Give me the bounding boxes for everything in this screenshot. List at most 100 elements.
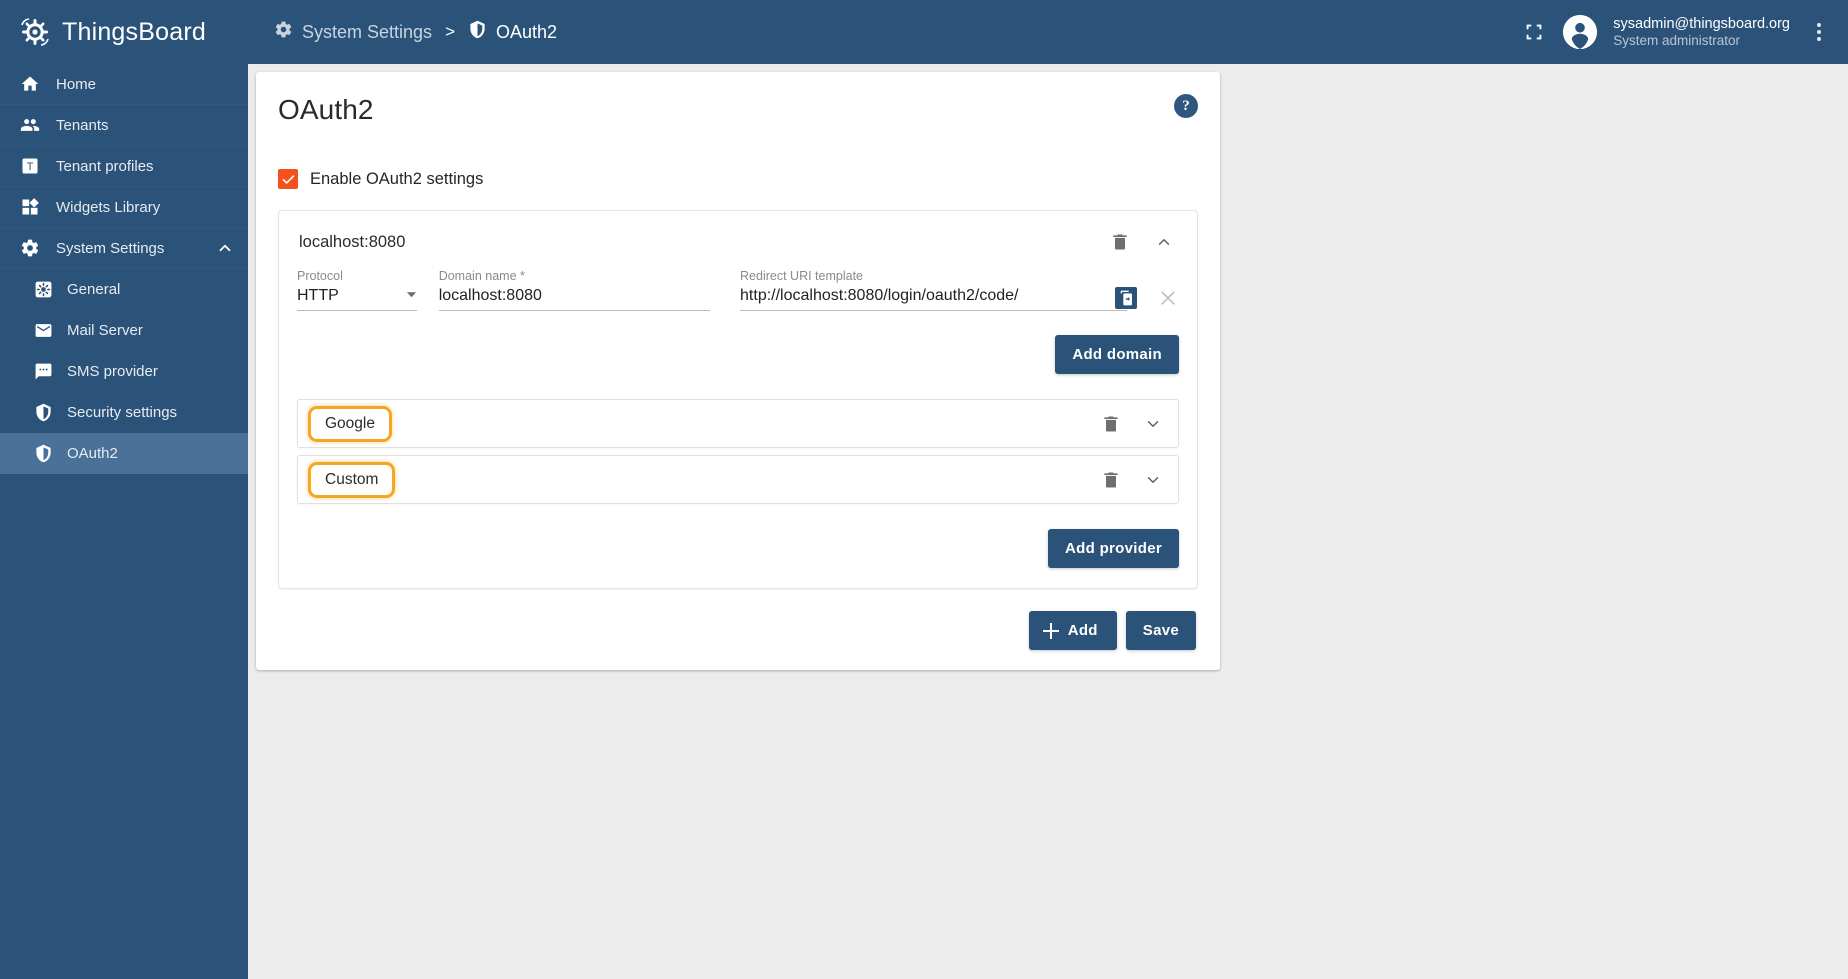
provider-actions bbox=[1100, 469, 1164, 491]
sidebar-item-home[interactable]: Home bbox=[0, 64, 248, 105]
content-area: OAuth2 ? Enable OAuth2 settings localhos… bbox=[248, 64, 1848, 979]
domains-panel: localhost:8080 Protocol HTTP Domain name… bbox=[278, 210, 1198, 589]
sidebar-item-tenants[interactable]: Tenants bbox=[0, 105, 248, 146]
copy-clipboard-icon[interactable] bbox=[1115, 287, 1138, 309]
topbar-actions: sysadmin@thingsboard.org System administ… bbox=[1521, 15, 1832, 50]
breadcrumb-separator: > bbox=[445, 22, 455, 41]
protocol-value: HTTP bbox=[297, 287, 339, 304]
mail-icon bbox=[34, 321, 53, 340]
domain-fields: Protocol HTTP Domain name * localhost:80… bbox=[297, 269, 1179, 311]
user-role: System administrator bbox=[1613, 32, 1741, 48]
provider-name: Custom bbox=[325, 470, 379, 488]
fullscreen-icon[interactable] bbox=[1521, 19, 1547, 45]
chevron-up-icon[interactable] bbox=[216, 239, 234, 257]
close-x-icon[interactable] bbox=[1157, 287, 1179, 309]
protocol-field: Protocol HTTP bbox=[297, 269, 417, 311]
sidebar-item-general[interactable]: General bbox=[0, 269, 248, 310]
trash-icon[interactable] bbox=[1100, 413, 1122, 435]
domain-header-actions bbox=[1109, 231, 1179, 253]
help-circle-icon[interactable]: ? bbox=[1174, 94, 1198, 118]
breadcrumb: System Settings > OAuth2 bbox=[274, 20, 557, 44]
shield-icon bbox=[34, 444, 53, 463]
home-icon bbox=[20, 74, 40, 94]
provider-actions bbox=[1100, 413, 1164, 435]
trash-icon[interactable] bbox=[1109, 231, 1131, 253]
redirect-uri-input[interactable]: http://localhost:8080/login/oauth2/code/ bbox=[740, 287, 1128, 311]
page-title: OAuth2 bbox=[278, 94, 374, 125]
provider-name-highlight: Google bbox=[308, 405, 392, 442]
avatar[interactable] bbox=[1563, 15, 1598, 49]
add-domain-button[interactable]: Add domain bbox=[1055, 335, 1179, 374]
protocol-label: Protocol bbox=[297, 269, 343, 283]
redirect-uri-field: Redirect URI template http://localhost:8… bbox=[740, 269, 1138, 311]
svg-text:T: T bbox=[27, 161, 34, 173]
breadcrumb-label: OAuth2 bbox=[496, 21, 558, 42]
sidebar-item-sms-provider[interactable]: SMS provider bbox=[0, 351, 248, 392]
sidebar-item-label: Tenants bbox=[56, 116, 109, 134]
shield-icon bbox=[468, 20, 487, 44]
add-button[interactable]: Add bbox=[1028, 611, 1117, 650]
domain-name-value: localhost:8080 bbox=[438, 287, 542, 304]
enable-oauth2-checkbox[interactable] bbox=[278, 169, 298, 189]
widgets-icon bbox=[20, 197, 40, 217]
breadcrumb-item-oauth2[interactable]: OAuth2 bbox=[468, 20, 557, 44]
add-provider-row: Add provider bbox=[297, 529, 1179, 568]
oauth2-card: OAuth2 ? Enable OAuth2 settings localhos… bbox=[256, 72, 1220, 670]
enable-oauth2-label: Enable OAuth2 settings bbox=[310, 169, 484, 188]
provider-row-custom[interactable]: Custom bbox=[297, 455, 1179, 504]
people-icon bbox=[20, 115, 40, 135]
domain-name-field: Domain name * localhost:8080 bbox=[438, 269, 711, 311]
card-header: OAuth2 ? bbox=[278, 94, 1198, 126]
trash-icon[interactable] bbox=[1100, 469, 1122, 491]
sms-icon bbox=[34, 362, 53, 381]
kebab-menu-icon[interactable] bbox=[1806, 17, 1832, 47]
breadcrumb-item-system-settings[interactable]: System Settings bbox=[274, 20, 432, 44]
shield-icon bbox=[34, 403, 53, 422]
sidebar-item-mail-server[interactable]: Mail Server bbox=[0, 310, 248, 351]
provider-row-google[interactable]: Google bbox=[297, 399, 1179, 448]
sidebar-item-tenant-profiles[interactable]: T Tenant profiles bbox=[0, 146, 248, 187]
gear-icon bbox=[20, 238, 40, 258]
user-info[interactable]: sysadmin@thingsboard.org System administ… bbox=[1613, 15, 1790, 50]
sidebar-item-label: Mail Server bbox=[67, 321, 143, 339]
sidebar-item-label: General bbox=[67, 280, 121, 298]
sidebar-item-label: Home bbox=[56, 75, 97, 93]
sidebar-item-oauth2[interactable]: OAuth2 bbox=[0, 433, 248, 474]
sidebar-item-label: Tenant profiles bbox=[56, 157, 154, 175]
card-footer: Add Save bbox=[278, 611, 1198, 650]
redirect-uri-value: http://localhost:8080/login/oauth2/code/ bbox=[740, 287, 1019, 304]
sidebar-item-label: System Settings bbox=[56, 239, 165, 257]
provider-name-highlight: Custom bbox=[308, 461, 396, 498]
main-column: System Settings > OAuth2 sysadmin@things… bbox=[248, 0, 1848, 979]
chevron-down-icon[interactable] bbox=[1142, 469, 1164, 491]
chevron-up-icon[interactable] bbox=[1153, 231, 1175, 253]
tenant-profile-icon: T bbox=[20, 156, 40, 176]
plus-icon bbox=[1042, 622, 1059, 639]
providers-list: Google Custom bbox=[297, 399, 1179, 504]
checkmark-icon bbox=[282, 174, 294, 184]
thingsboard-logo-icon bbox=[18, 15, 52, 49]
domain-title: localhost:8080 bbox=[299, 232, 406, 251]
sidebar-item-system-settings[interactable]: System Settings bbox=[0, 228, 248, 269]
user-email: sysadmin@thingsboard.org bbox=[1613, 15, 1790, 32]
sidebar-nav: Home Tenants T Tenant profiles Widgets L… bbox=[0, 64, 248, 474]
protocol-select[interactable]: HTTP bbox=[297, 287, 417, 311]
save-button[interactable]: Save bbox=[1125, 611, 1196, 650]
general-gear-icon bbox=[34, 280, 53, 299]
domain-name-label: Domain name * bbox=[438, 269, 525, 283]
app-root: ThingsBoard Home Tenants T Tenant profil… bbox=[0, 0, 1848, 979]
sidebar-item-label: OAuth2 bbox=[67, 444, 118, 462]
sidebar-item-label: Widgets Library bbox=[56, 198, 161, 216]
topbar: System Settings > OAuth2 sysadmin@things… bbox=[248, 0, 1848, 64]
domain-header: localhost:8080 bbox=[297, 227, 1179, 255]
provider-name: Google bbox=[325, 414, 375, 432]
brand[interactable]: ThingsBoard bbox=[0, 0, 248, 64]
add-button-label: Add bbox=[1067, 622, 1098, 639]
breadcrumb-label: System Settings bbox=[302, 21, 433, 42]
domain-name-input[interactable]: localhost:8080 bbox=[438, 287, 711, 311]
sidebar-item-security-settings[interactable]: Security settings bbox=[0, 392, 248, 433]
add-provider-button[interactable]: Add provider bbox=[1048, 529, 1179, 568]
sidebar-item-widgets-library[interactable]: Widgets Library bbox=[0, 187, 248, 228]
sidebar-item-label: SMS provider bbox=[67, 362, 158, 380]
chevron-down-icon[interactable] bbox=[1142, 413, 1164, 435]
